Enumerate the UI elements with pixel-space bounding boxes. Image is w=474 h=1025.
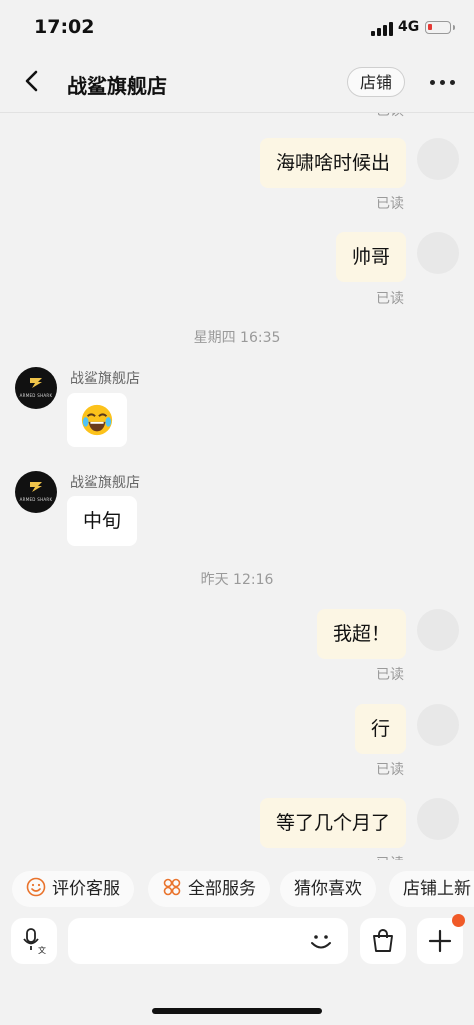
laughing-emoji-icon: [81, 404, 113, 436]
shark-logo-icon: [30, 378, 42, 388]
smile-icon: [26, 877, 46, 897]
cart-button[interactable]: [360, 918, 406, 964]
message-timestamp: 星期四 16:35: [193, 330, 281, 346]
my-message-bubble[interactable]: 帅哥: [335, 232, 406, 282]
status-bar: 17:02 4G: [0, 0, 474, 52]
read-status: 已读: [376, 762, 404, 778]
my-message-bubble[interactable]: 海啸啥时候出: [259, 138, 406, 188]
sender-name: 战鲨旗舰店: [70, 475, 140, 491]
shark-logo-icon: [30, 482, 42, 492]
shop-logo-text: ARMED SHARK: [19, 497, 53, 502]
page-title: 战鲨旗舰店: [67, 74, 167, 98]
my-message-bubble[interactable]: 我超！: [316, 609, 406, 659]
plus-icon: [428, 929, 452, 953]
chat-header: 战鲨旗舰店 店铺: [0, 52, 474, 113]
status-time: 17:02: [34, 16, 95, 38]
input-bar: 文: [0, 914, 474, 970]
new-arrivals-chip[interactable]: 店铺上新: [389, 871, 474, 907]
store-button[interactable]: 店铺: [347, 67, 405, 97]
grid-icon: [163, 878, 181, 896]
my-avatar[interactable]: [417, 609, 459, 651]
my-message-bubble[interactable]: 行: [354, 704, 406, 754]
home-indicator: [152, 1008, 322, 1014]
my-avatar[interactable]: [417, 232, 459, 274]
my-message-bubble[interactable]: 等了几个月了: [259, 798, 406, 848]
emoji-icon[interactable]: [306, 927, 336, 957]
shop-avatar[interactable]: ARMED SHARK: [15, 471, 57, 513]
svg-text:文: 文: [38, 945, 46, 955]
read-status: 已读: [376, 667, 404, 683]
sender-name: 战鲨旗舰店: [70, 371, 140, 387]
signal-icon: [371, 22, 395, 36]
my-avatar[interactable]: [417, 704, 459, 746]
shop-logo-text: ARMED SHARK: [19, 393, 53, 398]
my-avatar[interactable]: [417, 798, 459, 840]
shop-message-bubble[interactable]: [67, 393, 127, 447]
chip-label: 店铺上新: [403, 879, 471, 899]
my-avatar[interactable]: [417, 138, 459, 180]
shopping-bag-icon: [373, 929, 393, 952]
voice-input-button[interactable]: 文: [11, 918, 57, 964]
rate-service-chip[interactable]: 评价客服: [12, 871, 134, 907]
read-status: 已读: [376, 853, 404, 860]
chevron-left-icon[interactable]: [18, 66, 46, 96]
read-status: 已读: [376, 291, 404, 307]
network-type: 4G: [398, 19, 420, 35]
shop-avatar[interactable]: ARMED SHARK: [15, 367, 57, 409]
read-status: 已读: [376, 196, 404, 212]
shop-message-bubble[interactable]: 中旬: [67, 496, 138, 546]
chip-label: 评价客服: [52, 879, 120, 899]
battery-icon: [425, 21, 455, 34]
more-actions-button[interactable]: [417, 914, 465, 964]
chip-label: 猜你喜欢: [294, 879, 362, 899]
all-services-chip[interactable]: 全部服务: [148, 871, 270, 907]
message-timestamp: 昨天 12:16: [200, 572, 274, 588]
notification-dot: [452, 914, 465, 927]
more-horizontal-icon[interactable]: [430, 80, 456, 86]
recommend-chip[interactable]: 猜你喜欢: [280, 871, 376, 907]
microphone-icon: 文: [23, 928, 46, 955]
message-list[interactable]: 已读 海啸啥时候出 已读 帅哥 已读 星期四 16:35 ARMED SHARK…: [0, 113, 474, 860]
read-status: 已读: [376, 113, 404, 120]
quick-action-bar: 评价客服 全部服务 猜你喜欢 店铺上新: [0, 866, 474, 912]
chip-label: 全部服务: [188, 879, 256, 899]
